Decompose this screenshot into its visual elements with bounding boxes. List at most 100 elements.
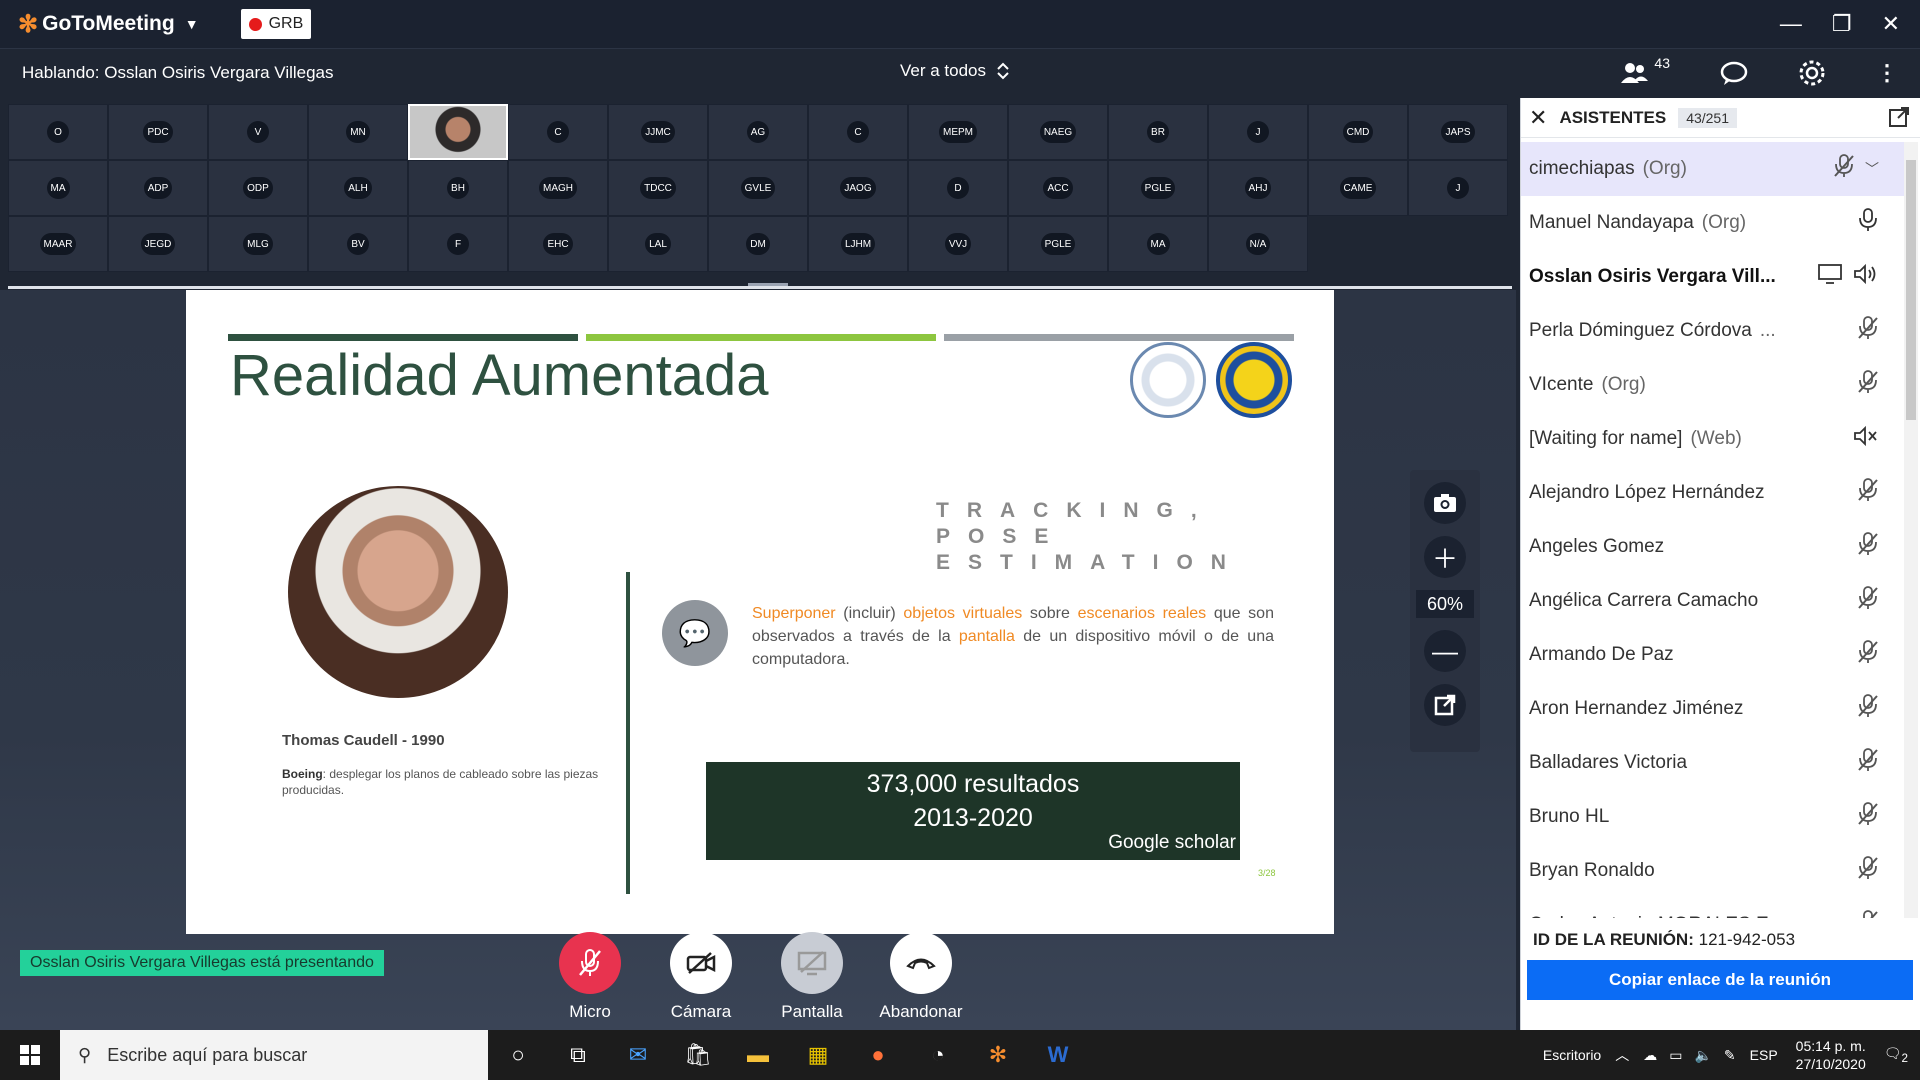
participant-tile[interactable]: ADP [108,160,208,216]
participant-tile[interactable]: F [408,216,508,272]
attendee-row[interactable]: Bruno HL [1521,790,1905,844]
attendee-row[interactable]: VIcente (Org) [1521,358,1905,412]
participant-tile[interactable]: PGLE [1108,160,1208,216]
close-icon[interactable]: ✕ [1882,11,1900,37]
store-icon[interactable]: 🛍 [668,1030,728,1080]
view-mode-selector[interactable]: Ver a todos [900,61,1010,81]
grid-separator[interactable] [8,283,1512,289]
participant-tile[interactable]: MAAR [8,216,108,272]
zoom-out-icon[interactable]: — [1424,630,1466,672]
attendee-row[interactable]: Angélica Carrera Camacho [1521,574,1905,628]
attendee-row[interactable]: Carlos Antonio MORALES E [1521,898,1905,918]
attendee-row[interactable]: [Waiting for name] (Web) [1521,412,1905,466]
zoom-in-icon[interactable]: ＋ [1424,536,1466,578]
camera-snapshot-icon[interactable] [1424,482,1466,524]
participant-tile[interactable]: PGLE [1008,216,1108,272]
task-view-icon[interactable]: ⧉ [548,1030,608,1080]
battery-icon[interactable]: ▭ [1669,1047,1682,1064]
attendee-row[interactable]: Manuel Nandayapa (Org) [1521,196,1905,250]
participant-tile[interactable]: VVJ [908,216,1008,272]
participant-tile[interactable]: J [1408,160,1508,216]
chevron-up-icon[interactable]: ︿ [1615,1045,1629,1065]
screen-share-button[interactable]: Pantalla [757,932,867,1022]
participant-tile[interactable]: V [208,104,308,160]
app-yellow-icon[interactable]: ▦ [788,1030,848,1080]
participant-tile[interactable]: MLG [208,216,308,272]
attendees-toggle[interactable]: 43 [1620,55,1670,85]
participant-tile[interactable]: BH [408,160,508,216]
participant-tile[interactable]: EHC [508,216,608,272]
participant-tile[interactable]: TDCC [608,160,708,216]
participant-tile[interactable]: MA [1108,216,1208,272]
resize-handle[interactable] [748,283,788,286]
volume-icon[interactable]: 🔈 [1694,1047,1711,1064]
attendee-row[interactable]: Aron Hernandez Jiménez [1521,682,1905,736]
attendee-scrollbar[interactable] [1904,142,1918,918]
participant-tile[interactable]: CMD [1308,104,1408,160]
windows-start-icon[interactable] [0,1030,60,1080]
participant-tile[interactable]: LAL [608,216,708,272]
app-menu[interactable]: ✻ GoToMeeting ▼ [18,10,199,39]
obs-icon[interactable]: ◔ [908,1030,968,1080]
close-panel-icon[interactable]: ✕ [1529,105,1547,131]
participant-tile[interactable]: MAGH [508,160,608,216]
minimize-icon[interactable]: — [1780,11,1802,37]
participant-tile[interactable]: BR [1108,104,1208,160]
participant-tile[interactable]: C [808,104,908,160]
participant-tile[interactable]: MA [8,160,108,216]
mic-button[interactable]: Micro [535,932,645,1022]
attendee-list[interactable]: cimechiapas (Org) ﹀ Manuel Nandayapa (Org) Os… [1521,142,1905,918]
participant-tile[interactable]: C [508,104,608,160]
language-indicator[interactable]: ESP [1750,1047,1778,1063]
participant-tile[interactable]: MEPM [908,104,1008,160]
participant-tile[interactable]: JAOG [808,160,908,216]
taskbar-clock[interactable]: 05:14 p. m. 27/10/2020 [1796,1037,1866,1073]
gotomeeting-taskbar-icon[interactable]: ✻ [968,1030,1028,1080]
participant-tile[interactable]: D [908,160,1008,216]
cortana-icon[interactable]: ○ [488,1030,548,1080]
attendee-row[interactable]: Angeles Gomez [1521,520,1905,574]
participant-tile[interactable]: J [1208,104,1308,160]
participant-tile[interactable]: ACC [1008,160,1108,216]
popout-panel-icon[interactable] [1888,106,1910,134]
mail-icon[interactable]: ✉ [608,1030,668,1080]
attendee-row[interactable]: Balladares Victoria [1521,736,1905,790]
attendee-row[interactable]: Armando De Paz [1521,628,1905,682]
firefox-icon[interactable]: ● [848,1030,908,1080]
participant-tile[interactable]: LJHM [808,216,908,272]
popout-icon[interactable] [1424,684,1466,726]
participant-tile[interactable]: JJMC [608,104,708,160]
copy-link-button[interactable]: Copiar enlace de la reunión [1527,960,1913,1000]
file-explorer-icon[interactable]: ▬ [728,1030,788,1080]
attendee-row[interactable]: Osslan Osiris Vergara Vill... [1521,250,1905,304]
pen-icon[interactable]: ✎ [1724,1047,1736,1064]
participant-tile[interactable]: BV [308,216,408,272]
attendee-row[interactable]: Perla Dóminguez Córdova... [1521,304,1905,358]
restore-icon[interactable]: ❐ [1832,11,1852,37]
participant-tile[interactable]: ALH [308,160,408,216]
scrollbar-thumb[interactable] [1906,160,1916,420]
word-icon[interactable]: W [1028,1030,1088,1080]
participant-tile[interactable]: NAEG [1008,104,1108,160]
participant-tile[interactable]: AHJ [1208,160,1308,216]
attendee-row[interactable]: Bryan Ronaldo [1521,844,1905,898]
network-icon[interactable]: ☁ [1643,1047,1657,1064]
participant-tile[interactable]: O [8,104,108,160]
participant-tile[interactable]: N/A [1208,216,1308,272]
desktop-label[interactable]: Escritorio [1543,1047,1601,1063]
participant-tile[interactable]: JEGD [108,216,208,272]
participant-tile[interactable]: AG [708,104,808,160]
participant-video-tile[interactable] [408,104,508,160]
chevron-down-icon[interactable]: ﹀ [1865,159,1879,179]
participant-tile[interactable]: JAPS [1408,104,1508,160]
more-options-icon[interactable]: ⋮ [1876,60,1898,86]
participant-tile[interactable]: CAME [1308,160,1408,216]
participant-tile[interactable]: GVLE [708,160,808,216]
taskbar-search[interactable]: ⚲ Escribe aquí para buscar [60,1030,488,1080]
leave-button[interactable]: Abandonar [866,932,976,1022]
attendee-row[interactable]: Alejandro López Hernández [1521,466,1905,520]
attendee-row[interactable]: cimechiapas (Org) ﹀ [1521,142,1905,196]
participant-tile[interactable]: MN [308,104,408,160]
gear-icon[interactable] [1798,59,1826,87]
participant-tile[interactable]: ODP [208,160,308,216]
